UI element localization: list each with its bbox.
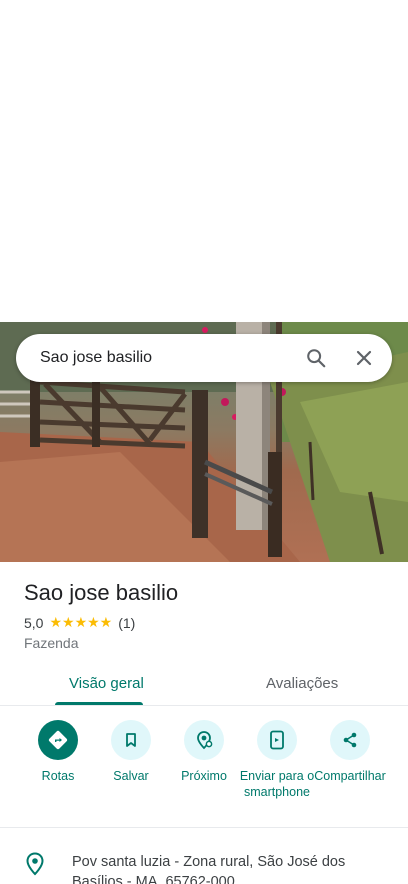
tab-overview[interactable]: Visão geral: [69, 675, 144, 692]
share-icon: [330, 720, 370, 760]
search-input[interactable]: Sao jose basilio: [16, 349, 292, 367]
address-text: Pov santa luzia - Zona rural, São José d…: [72, 854, 346, 884]
rating-row[interactable]: 5,0 ★★★★★ (1): [24, 614, 135, 631]
rating-value: 5,0: [24, 614, 44, 631]
directions-button[interactable]: Rotas: [18, 720, 98, 784]
tab-reviews[interactable]: Avaliações: [266, 675, 338, 692]
directions-label: Rotas: [41, 769, 75, 783]
save-button[interactable]: Salvar: [91, 720, 171, 784]
nearby-button[interactable]: Próximo: [164, 720, 244, 784]
address-row[interactable]: Pov santa luzia - Zona rural, São José d…: [0, 850, 408, 884]
search-icon[interactable]: [292, 334, 340, 382]
share-button[interactable]: Compartilhar: [310, 720, 390, 784]
tab-bar: Visão geral Avaliações: [0, 666, 408, 706]
save-label: Salvar: [113, 769, 149, 783]
nearby-icon: [184, 720, 224, 760]
map-area[interactable]: [0, 0, 408, 322]
divider: [0, 827, 408, 828]
close-icon[interactable]: [340, 334, 388, 382]
rating-stars: ★★★★★: [49, 614, 113, 630]
action-row: Rotas Salvar Próximo Enviar para o smart…: [0, 720, 408, 820]
share-label: Compartilhar: [314, 769, 386, 783]
bookmark-icon: [111, 720, 151, 760]
place-title: Sao jose basilio: [24, 580, 179, 605]
nearby-label: Próximo: [181, 769, 227, 783]
location-pin-icon: [25, 852, 45, 881]
tab-indicator: [55, 702, 143, 705]
send-to-phone-label: Enviar para o smartphone: [239, 769, 315, 799]
send-to-phone-button[interactable]: Enviar para o smartphone: [237, 720, 317, 800]
search-bar[interactable]: Sao jose basilio: [16, 334, 392, 382]
directions-icon: [38, 720, 78, 760]
send-to-phone-icon: [257, 720, 297, 760]
review-count: (1): [118, 614, 136, 631]
place-category: Fazenda: [24, 635, 79, 651]
